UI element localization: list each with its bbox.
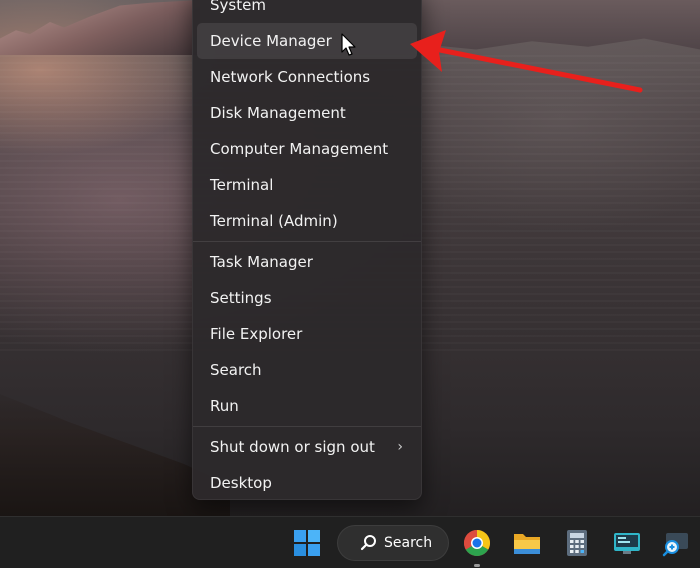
wallpaper-mountain-left	[0, 0, 200, 55]
menu-item-terminal-admin[interactable]: Terminal (Admin)	[197, 203, 417, 239]
file-explorer-taskbar-button[interactable]	[508, 525, 546, 561]
menu-item-task-manager[interactable]: Task Manager	[197, 244, 417, 280]
menu-item-terminal[interactable]: Terminal	[197, 167, 417, 203]
chevron-right-icon: ›	[397, 439, 403, 455]
menu-item-disk-management[interactable]: Disk Management	[197, 95, 417, 131]
wallpaper-mountain-right	[420, 0, 700, 50]
chrome-icon	[463, 530, 491, 557]
magnifier-icon	[662, 533, 688, 557]
calculator-taskbar-button[interactable]	[558, 525, 596, 561]
menu-separator	[193, 241, 421, 242]
running-indicator	[474, 564, 480, 567]
menu-separator	[193, 426, 421, 427]
menu-item-run[interactable]: Run	[197, 388, 417, 424]
menu-item-settings[interactable]: Settings	[197, 280, 417, 316]
menu-item-desktop[interactable]: Desktop	[197, 465, 417, 501]
menu-item-network-connections[interactable]: Network Connections	[197, 59, 417, 95]
taskbar: Search	[0, 516, 700, 568]
menu-item-shut-down-or-sign-out[interactable]: Shut down or sign out ›	[197, 429, 417, 465]
menu-item-system[interactable]: System	[197, 0, 417, 23]
remote-desktop-icon	[614, 533, 640, 554]
search-icon	[360, 535, 376, 551]
desktop-wallpaper: System Device Manager Network Connection…	[0, 0, 700, 568]
windows-start-icon	[294, 530, 320, 556]
remote-desktop-taskbar-button[interactable]	[608, 525, 646, 561]
menu-item-device-manager[interactable]: Device Manager	[197, 23, 417, 59]
calculator-icon	[567, 530, 587, 556]
magnifier-taskbar-button[interactable]	[658, 525, 696, 561]
winx-context-menu: System Device Manager Network Connection…	[192, 0, 422, 500]
menu-item-computer-management[interactable]: Computer Management	[197, 131, 417, 167]
chrome-taskbar-button[interactable]	[458, 525, 496, 561]
menu-item-label: Shut down or sign out	[210, 438, 375, 456]
taskbar-search-button[interactable]: Search	[337, 525, 449, 561]
menu-item-file-explorer[interactable]: File Explorer	[197, 316, 417, 352]
file-explorer-icon	[514, 534, 540, 554]
menu-item-search[interactable]: Search	[197, 352, 417, 388]
start-button[interactable]	[288, 525, 326, 561]
taskbar-search-label: Search	[384, 535, 433, 551]
